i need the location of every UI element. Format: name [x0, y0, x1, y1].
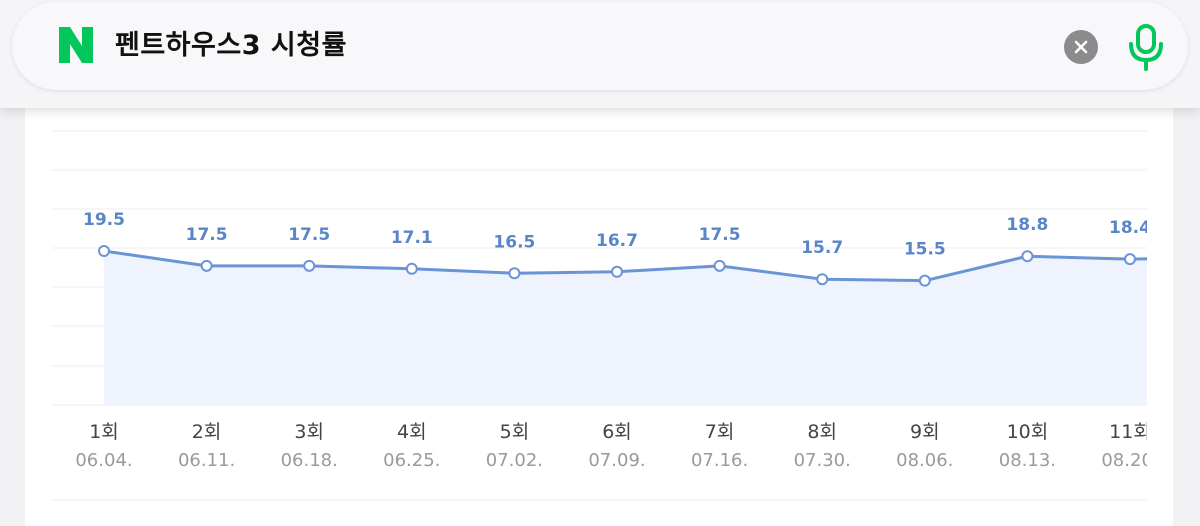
- air-date-label: 07.02.: [486, 450, 543, 471]
- air-date-label: 07.16.: [691, 450, 748, 471]
- rating-value-label: 15.5: [904, 240, 946, 260]
- episode-label: 8회: [807, 421, 837, 443]
- episode-label: 10회: [1007, 421, 1049, 443]
- episode-label: 3회: [294, 421, 324, 443]
- air-date-label: 06.18.: [281, 450, 338, 471]
- air-date-label: 06.25.: [383, 450, 440, 471]
- data-point[interactable]: [918, 274, 931, 287]
- air-date-label: 06.04.: [75, 450, 132, 471]
- air-date-label: 08.20.: [1101, 450, 1158, 471]
- microphone-icon[interactable]: [1124, 22, 1168, 72]
- chart-area: [103, 249, 1147, 405]
- data-point[interactable]: [611, 265, 623, 278]
- data-point[interactable]: [98, 245, 110, 257]
- clear-icon[interactable]: [1064, 30, 1098, 64]
- episode-label: 9회: [910, 421, 940, 443]
- episode-label: 2회: [192, 421, 222, 443]
- search-bar[interactable]: 펜트하우스3 시청률: [12, 2, 1188, 90]
- air-date-label: 08.06.: [896, 450, 953, 471]
- episode-label: 4회: [397, 421, 427, 443]
- episode-label: 1회: [89, 421, 119, 443]
- rating-value-label: 15.7: [801, 238, 843, 258]
- rating-value-label: 18.4: [1109, 218, 1151, 238]
- search-query[interactable]: 펜트하우스3 시청률: [115, 28, 347, 64]
- rating-value-label: 17.1: [391, 228, 433, 248]
- search-header: 펜트하우스3 시청률: [0, 0, 1200, 108]
- data-point[interactable]: [200, 259, 213, 272]
- rating-value-label: 18.8: [1006, 215, 1048, 235]
- air-date-label: 08.13.: [999, 450, 1056, 471]
- rating-value-label: 19.5: [83, 210, 125, 230]
- episode-label: 6회: [602, 421, 632, 443]
- data-point[interactable]: [303, 259, 316, 272]
- rating-value-label: 17.5: [186, 225, 228, 245]
- chart-x-labels: 1회 06.04. 2회 06.11. 3회 06.18. 4회 06.25. 5회 07.02.…: [75, 421, 1158, 471]
- episode-label: 11회: [1109, 421, 1151, 443]
- air-date-label: 06.11.: [178, 450, 235, 471]
- data-point[interactable]: [1124, 253, 1136, 266]
- episode-label: 7회: [705, 421, 735, 443]
- naver-logo[interactable]: [57, 25, 95, 65]
- rating-value-label: 16.5: [493, 232, 535, 252]
- chart-value-labels: 19.5 17.5 17.5 17.1 16.5 16.7 17.5 15.7 15.5 18.8…: [83, 210, 1151, 260]
- air-date-label: 07.09.: [588, 450, 645, 471]
- data-point[interactable]: [405, 262, 418, 275]
- data-point[interactable]: [1021, 250, 1034, 263]
- episode-label: 5회: [500, 421, 530, 443]
- data-point[interactable]: [508, 267, 521, 280]
- rating-value-label: 16.7: [596, 231, 638, 251]
- data-point[interactable]: [816, 273, 829, 286]
- data-point[interactable]: [713, 259, 726, 272]
- area-fill: [104, 251, 1147, 405]
- rating-value-label: 17.5: [288, 225, 330, 245]
- air-date-label: 07.30.: [794, 450, 851, 471]
- rating-value-label: 17.5: [699, 225, 741, 245]
